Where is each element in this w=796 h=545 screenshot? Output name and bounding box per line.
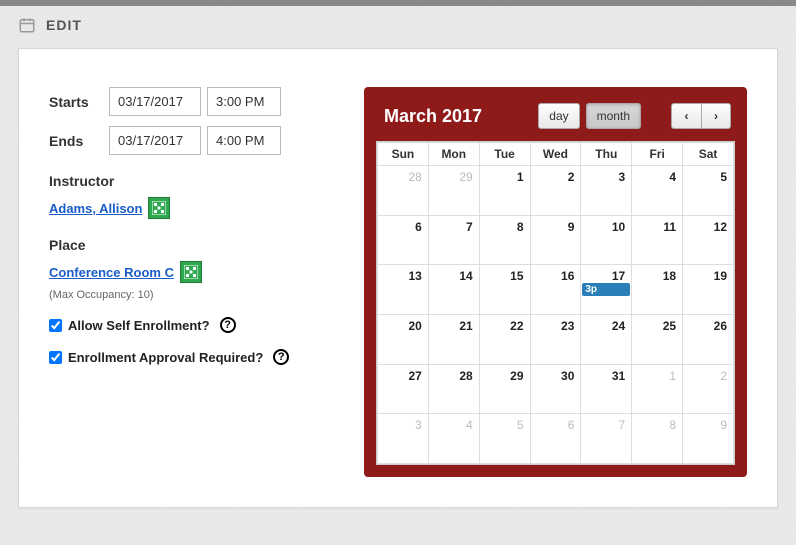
calendar-day[interactable]: 23 [530, 314, 581, 364]
calendar-day[interactable]: 27 [378, 364, 429, 414]
instructor-link[interactable]: Adams, Allison [49, 201, 142, 216]
calendar-day[interactable]: 14 [428, 265, 479, 315]
help-icon[interactable]: ? [273, 349, 289, 365]
calendar-event[interactable]: 3p [582, 283, 630, 296]
calendar-day[interactable]: 22 [479, 314, 530, 364]
calendar-day[interactable]: 9 [530, 215, 581, 265]
calendar-day[interactable]: 2 [530, 166, 581, 216]
prev-month-button[interactable]: ‹ [671, 103, 701, 129]
view-month-button[interactable]: month [586, 103, 641, 129]
calendar-day[interactable]: 1 [632, 364, 683, 414]
calendar-dow: Fri [632, 143, 683, 166]
calendar-day[interactable]: 7 [428, 215, 479, 265]
calendar: March 2017 day month ‹ › SunMonTueWedThu… [364, 87, 747, 477]
calendar-day[interactable]: 173p [581, 265, 632, 315]
calendar-day[interactable]: 6 [530, 414, 581, 464]
calendar-day[interactable]: 4 [428, 414, 479, 464]
calendar-day[interactable]: 15 [479, 265, 530, 315]
calendar-dow: Sat [683, 143, 734, 166]
calendar-dow: Mon [428, 143, 479, 166]
next-month-button[interactable]: › [701, 103, 731, 129]
calendar-day[interactable]: 6 [378, 215, 429, 265]
calendar-day[interactable]: 18 [632, 265, 683, 315]
place-picker-icon[interactable] [180, 261, 202, 283]
place-hint: (Max Occupancy: 10) [49, 289, 334, 301]
calendar-day[interactable]: 1 [479, 166, 530, 216]
approval-label: Enrollment Approval Required? [68, 350, 263, 365]
calendar-day[interactable]: 13 [378, 265, 429, 315]
calendar-day[interactable]: 11 [632, 215, 683, 265]
calendar-dow: Thu [581, 143, 632, 166]
allow-self-label: Allow Self Enrollment? [68, 318, 210, 333]
calendar-day[interactable]: 5 [683, 166, 734, 216]
page-title: EDIT [46, 17, 82, 33]
calendar-day[interactable]: 29 [428, 166, 479, 216]
calendar-day[interactable]: 24 [581, 314, 632, 364]
start-date-input[interactable] [109, 87, 201, 116]
calendar-day[interactable]: 30 [530, 364, 581, 414]
calendar-day[interactable]: 25 [632, 314, 683, 364]
view-day-button[interactable]: day [538, 103, 579, 129]
calendar-day[interactable]: 29 [479, 364, 530, 414]
calendar-day[interactable]: 7 [581, 414, 632, 464]
calendar-dow: Wed [530, 143, 581, 166]
starts-row: Starts [49, 87, 334, 116]
instructor-row: Adams, Allison [49, 197, 334, 219]
calendar-day[interactable]: 8 [632, 414, 683, 464]
help-icon[interactable]: ? [220, 317, 236, 333]
calendar-day[interactable]: 28 [378, 166, 429, 216]
calendar-day[interactable]: 2 [683, 364, 734, 414]
calendar-day[interactable]: 19 [683, 265, 734, 315]
ends-label: Ends [49, 133, 109, 149]
calendar-day[interactable]: 28 [428, 364, 479, 414]
calendar-day[interactable]: 10 [581, 215, 632, 265]
calendar-day[interactable]: 26 [683, 314, 734, 364]
end-date-input[interactable] [109, 126, 201, 155]
calendar-day[interactable]: 31 [581, 364, 632, 414]
form-column: Starts Ends Instructor Adams, Allison Pl… [49, 87, 334, 477]
calendar-grid: SunMonTueWedThuFriSat 282912345678910111… [376, 141, 735, 465]
calendar-day[interactable]: 4 [632, 166, 683, 216]
instructor-picker-icon[interactable] [148, 197, 170, 219]
place-label: Place [49, 237, 334, 253]
edit-card: Starts Ends Instructor Adams, Allison Pl… [18, 48, 778, 508]
calendar-day[interactable]: 5 [479, 414, 530, 464]
calendar-day[interactable]: 20 [378, 314, 429, 364]
calendar-day[interactable]: 3 [581, 166, 632, 216]
place-link[interactable]: Conference Room C [49, 265, 174, 280]
end-time-input[interactable] [207, 126, 281, 155]
calendar-day[interactable]: 16 [530, 265, 581, 315]
calendar-title: March 2017 [384, 106, 482, 127]
allow-self-row: Allow Self Enrollment? ? [49, 317, 334, 333]
start-time-input[interactable] [207, 87, 281, 116]
calendar-dow: Tue [479, 143, 530, 166]
calendar-day[interactable]: 12 [683, 215, 734, 265]
calendar-dow: Sun [378, 143, 429, 166]
approval-row: Enrollment Approval Required? ? [49, 349, 334, 365]
calendar-controls: day month ‹ › [538, 103, 731, 129]
calendar-day[interactable]: 3 [378, 414, 429, 464]
calendar-table: SunMonTueWedThuFriSat 282912345678910111… [377, 142, 734, 464]
calendar-day[interactable]: 8 [479, 215, 530, 265]
starts-label: Starts [49, 94, 109, 110]
approval-checkbox[interactable] [49, 351, 62, 364]
place-row: Conference Room C [49, 261, 334, 283]
calendar-header: March 2017 day month ‹ › [376, 99, 735, 141]
calendar-nav: ‹ › [671, 103, 731, 129]
allow-self-checkbox[interactable] [49, 319, 62, 332]
instructor-label: Instructor [49, 173, 334, 189]
calendar-day[interactable]: 9 [683, 414, 734, 464]
ends-row: Ends [49, 126, 334, 155]
calendar-icon [18, 16, 36, 34]
calendar-day[interactable]: 21 [428, 314, 479, 364]
page-header: EDIT [0, 6, 796, 48]
